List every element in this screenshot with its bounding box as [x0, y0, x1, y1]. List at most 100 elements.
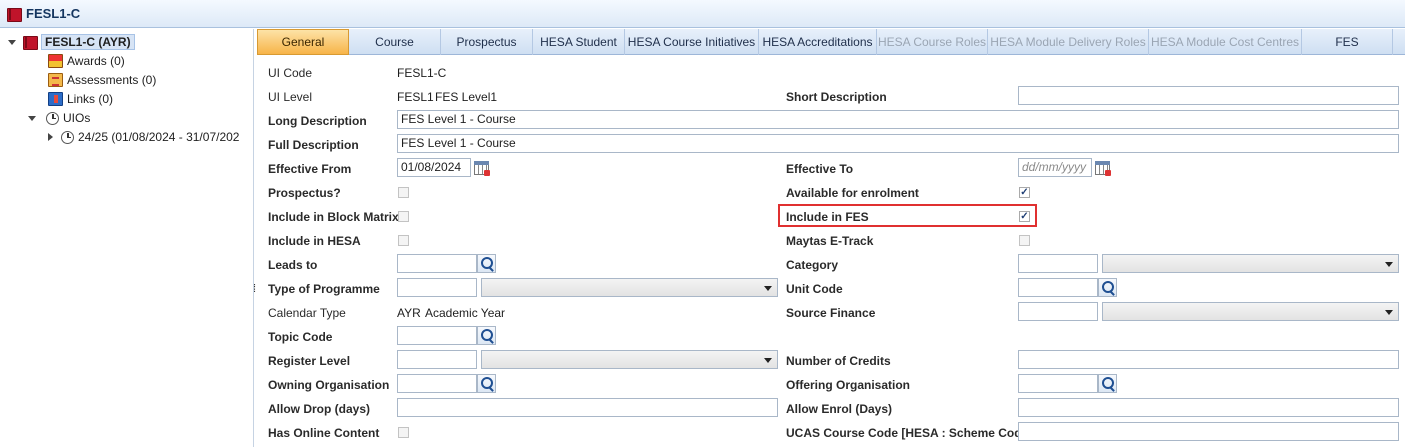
category-input[interactable]	[1018, 254, 1098, 273]
unit-code-label: Unit Code	[786, 282, 843, 296]
register-level-input[interactable]	[397, 350, 477, 369]
book-icon	[6, 7, 22, 22]
effective-to-label: Effective To	[786, 162, 854, 176]
ui-level-description: FES Level1	[435, 90, 498, 104]
prospectus-label: Prospectus?	[268, 186, 341, 200]
tab-hesa-module-cost-centres: HESA Module Cost Centres	[1149, 29, 1302, 55]
type-of-programme-label: Type of Programme	[268, 282, 380, 296]
owning-organisation-input[interactable]	[397, 374, 477, 393]
clock-icon	[46, 111, 59, 125]
tree-item-root[interactable]: FESL1-C (AYR)	[8, 33, 135, 51]
category-dropdown[interactable]	[1102, 254, 1399, 273]
prospectus-checkbox[interactable]	[398, 187, 409, 198]
search-icon[interactable]	[1098, 374, 1117, 393]
general-form: UI Code FESL1-C UI Level FESL1 FES Level…	[257, 56, 1405, 447]
long-description-input[interactable]: FES Level 1 - Course	[397, 110, 1399, 129]
ui-level-code: FESL1	[397, 90, 434, 104]
tab-hesa-course-roles: HESA Course Roles	[877, 29, 988, 55]
full-description-input[interactable]: FES Level 1 - Course	[397, 134, 1399, 153]
search-icon[interactable]	[477, 326, 496, 345]
type-of-programme-dropdown[interactable]	[481, 278, 778, 297]
number-of-credits-input[interactable]	[1018, 350, 1399, 369]
include-hesa-checkbox[interactable]	[398, 235, 409, 246]
tree-item-assessments[interactable]: Assessments (0)	[48, 71, 156, 89]
tree-item-links[interactable]: Links (0)	[48, 90, 113, 108]
links-icon	[48, 92, 63, 106]
book-icon	[22, 35, 38, 50]
tab-hesa-module-delivery-roles: HESA Module Delivery Roles	[988, 29, 1149, 55]
search-icon[interactable]	[1098, 278, 1117, 297]
topic-code-label: Topic Code	[268, 330, 333, 344]
ui-code-value: FESL1-C	[397, 66, 447, 80]
category-label: Category	[786, 258, 839, 272]
search-icon[interactable]	[477, 374, 496, 393]
effective-from-input[interactable]: 01/08/2024	[397, 158, 471, 177]
assessments-icon	[48, 73, 63, 87]
available-for-enrolment-checkbox[interactable]: ✓	[1019, 187, 1030, 198]
tree-item-label: Awards (0)	[67, 54, 125, 68]
include-block-matrix-label: Include in Block Matrix	[268, 210, 399, 224]
tab-hesa-student[interactable]: HESA Student	[533, 29, 625, 55]
allow-drop-input[interactable]	[397, 398, 778, 417]
tab-hesa-accreditations[interactable]: HESA Accreditations	[759, 29, 877, 55]
has-online-content-label: Has Online Content	[268, 426, 380, 440]
include-hesa-label: Include in HESA	[268, 234, 361, 248]
ui-level-label: UI Level	[268, 90, 313, 104]
expand-arrow-icon[interactable]	[48, 133, 53, 141]
available-for-enrolment-label: Available for enrolment	[786, 186, 919, 200]
has-online-content-checkbox[interactable]	[398, 427, 409, 438]
maytas-etrack-label: Maytas E-Track	[786, 234, 874, 248]
offering-organisation-label: Offering Organisation	[786, 378, 911, 392]
full-description-label: Full Description	[268, 138, 359, 152]
topic-code-input[interactable]	[397, 326, 477, 345]
unit-code-input[interactable]	[1018, 278, 1098, 297]
source-finance-label: Source Finance	[786, 306, 876, 320]
tab-general[interactable]: General	[257, 29, 349, 55]
tab-bar: General Course Prospectus HESA Student H…	[257, 29, 1405, 55]
splitter-handle[interactable]: ⁞	[253, 283, 256, 295]
calendar-type-label: Calendar Type	[268, 306, 346, 320]
navigation-tree: FESL1-C (AYR) Awards (0) Assessments (0)…	[0, 29, 254, 447]
tree-item-label: UIOs	[63, 111, 91, 125]
number-of-credits-label: Number of Credits	[786, 354, 891, 368]
calendar-icon[interactable]	[1095, 161, 1111, 176]
tab-prospectus[interactable]: Prospectus	[441, 29, 533, 55]
leads-to-input[interactable]	[397, 254, 477, 273]
tab-fes[interactable]: FES	[1302, 29, 1393, 55]
effective-from-label: Effective From	[268, 162, 352, 176]
include-block-matrix-checkbox[interactable]	[398, 211, 409, 222]
short-description-label: Short Description	[786, 90, 887, 104]
collapse-arrow-icon[interactable]	[8, 39, 16, 45]
effective-to-input[interactable]: dd/mm/yyyy	[1018, 158, 1092, 177]
ui-code-label: UI Code	[268, 66, 313, 80]
search-icon[interactable]	[477, 254, 496, 273]
short-description-input[interactable]	[1018, 86, 1399, 105]
ucas-course-code-label: UCAS Course Code [HESA : Scheme Code]	[786, 426, 1033, 440]
highlight-box	[778, 204, 1037, 227]
tree-item-label: 24/25 (01/08/2024 - 31/07/202	[78, 130, 240, 144]
tab-hesa-course-initiatives[interactable]: HESA Course Initiatives	[625, 29, 759, 55]
allow-enrol-input[interactable]	[1018, 398, 1399, 417]
calendar-type-code: AYR	[397, 306, 421, 320]
window-title: FESL1-C	[26, 6, 81, 21]
source-finance-dropdown[interactable]	[1102, 302, 1399, 321]
collapse-arrow-icon[interactable]	[28, 115, 36, 121]
calendar-type-description: Academic Year	[425, 306, 506, 320]
offering-organisation-input[interactable]	[1018, 374, 1098, 393]
register-level-dropdown[interactable]	[481, 350, 778, 369]
long-description-label: Long Description	[268, 114, 367, 128]
type-of-programme-input[interactable]	[397, 278, 477, 297]
tree-item-uios[interactable]: UIOs	[28, 109, 90, 127]
tab-course[interactable]: Course	[349, 29, 441, 55]
source-finance-input[interactable]	[1018, 302, 1098, 321]
tree-item-uio-2425[interactable]: 24/25 (01/08/2024 - 31/07/202	[48, 128, 239, 146]
leads-to-label: Leads to	[268, 258, 318, 272]
ucas-course-code-input[interactable]	[1018, 422, 1399, 441]
maytas-etrack-checkbox[interactable]	[1019, 235, 1030, 246]
tree-item-label: Links (0)	[67, 92, 114, 106]
owning-organisation-label: Owning Organisation	[268, 378, 390, 392]
calendar-icon[interactable]	[474, 161, 490, 176]
tree-item-awards[interactable]: Awards (0)	[48, 52, 125, 70]
clock-icon	[61, 130, 74, 144]
tree-item-label: FESL1-C (AYR)	[41, 34, 135, 50]
